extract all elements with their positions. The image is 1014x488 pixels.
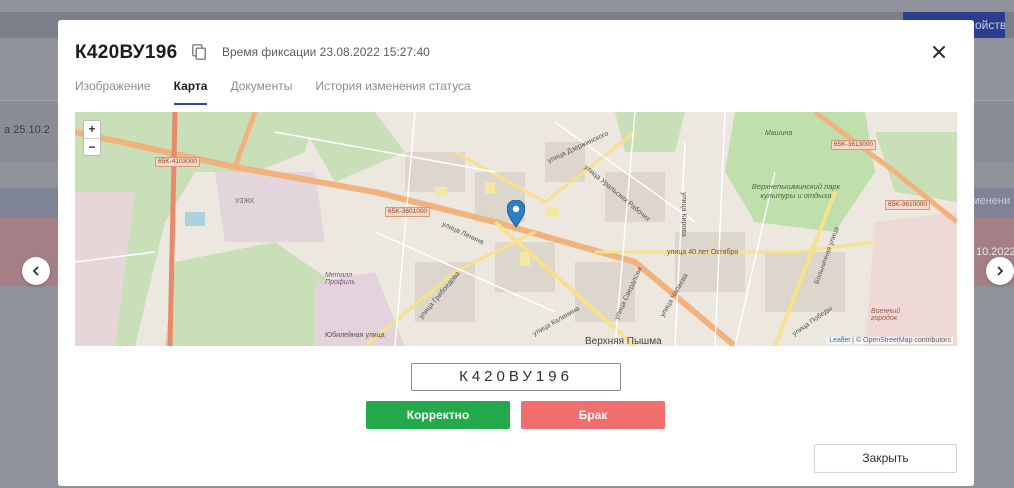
copy-icon[interactable] — [192, 44, 206, 60]
map-label: УЗЖК — [235, 198, 255, 205]
plate-title: К420ВУ196 — [75, 42, 178, 63]
fixation-time: Время фиксации 23.08.2022 15:27:40 — [222, 45, 430, 59]
tab-image[interactable]: Изображение — [75, 79, 151, 105]
city-label: Верхняя Пышма — [585, 336, 662, 346]
attribution-tail: contributors — [912, 337, 951, 344]
road-label: 65K-3610000 — [885, 200, 931, 210]
backdrop-row-text: а 25.10.2 — [4, 124, 50, 136]
correct-button[interactable]: Корректно — [366, 401, 510, 429]
vehicle-modal: К420ВУ196 Время фиксации 23.08.2022 15:2… — [58, 20, 974, 486]
map-view[interactable]: 65K-4103000 65K-3601000 65K-3613000 65K-… — [75, 112, 957, 346]
street-label: Юбилейная улица — [325, 332, 385, 339]
backdrop-row-text: 10.2022 — [976, 246, 1014, 258]
close-icon[interactable] — [930, 43, 948, 61]
attribution-separator: | © — [850, 337, 864, 344]
park-label: Верхнепышминский парк культуры и отдыха — [751, 182, 841, 200]
defect-button[interactable]: Брак — [521, 401, 665, 429]
tab-map[interactable]: Карта — [173, 79, 208, 105]
street-label: улица 40 лет Октября — [667, 249, 739, 256]
map-label: Машина — [765, 130, 793, 137]
chevron-left-icon — [32, 266, 39, 276]
leaflet-link[interactable]: Leaflet — [829, 337, 850, 344]
tab-status-history[interactable]: История изменения статуса — [315, 79, 470, 105]
map-attribution: Leaflet | © OpenStreetMap contributors — [827, 337, 953, 344]
road-label: 65K-3601000 — [385, 207, 431, 217]
next-button[interactable] — [986, 257, 1014, 285]
road-label: 65K-4103000 — [155, 157, 201, 167]
map-label: Металл Профиль — [325, 272, 356, 286]
zoom-control: + − — [83, 120, 101, 156]
zoom-in-button[interactable]: + — [84, 121, 100, 138]
street-label: улица Кирова — [679, 192, 687, 237]
plate-number-display: К420ВУ196 — [411, 363, 621, 391]
chevron-right-icon — [997, 266, 1004, 276]
map-marker-icon[interactable] — [507, 200, 525, 228]
close-button[interactable]: Закрыть — [814, 444, 957, 473]
tab-bar: Изображение Карта Документы История изме… — [75, 79, 494, 105]
tab-documents[interactable]: Документы — [230, 79, 292, 105]
previous-button[interactable] — [22, 257, 50, 285]
road-label: 65K-3613000 — [831, 140, 877, 150]
zoom-out-button[interactable]: − — [84, 138, 100, 155]
osm-link[interactable]: OpenStreetMap — [863, 337, 912, 344]
backdrop-row-text: менени — [972, 195, 1011, 207]
map-label: Военный городок — [871, 308, 901, 322]
